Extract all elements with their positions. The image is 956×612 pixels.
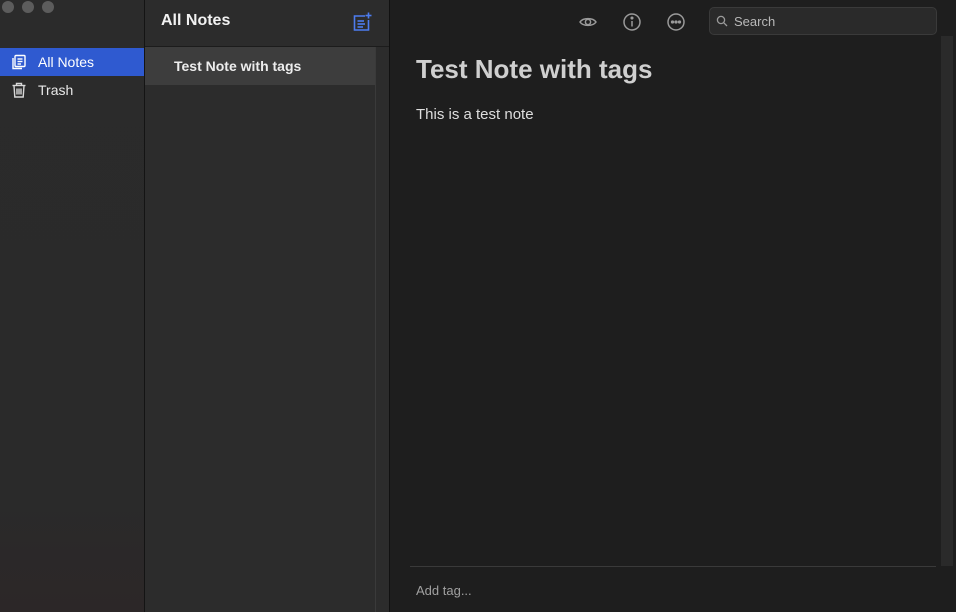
note-body[interactable]: This is a test note bbox=[416, 106, 534, 123]
editor-scrollbar[interactable] bbox=[941, 36, 953, 566]
more-ellipsis-icon bbox=[667, 13, 685, 31]
tag-bar-divider bbox=[410, 566, 936, 567]
note-list-item-title: Test Note with tags bbox=[174, 58, 302, 74]
minimize-window-button[interactable] bbox=[22, 1, 34, 13]
search-input[interactable] bbox=[734, 13, 924, 29]
sidebar-item-trash[interactable]: Trash bbox=[0, 76, 144, 104]
sidebar-list: All Notes Trash bbox=[0, 48, 144, 104]
notes-stack-icon bbox=[10, 53, 28, 71]
more-actions-button[interactable] bbox=[665, 11, 687, 33]
new-note-button[interactable] bbox=[351, 11, 373, 33]
search-icon bbox=[716, 15, 728, 27]
add-tag-input[interactable] bbox=[416, 580, 716, 600]
trash-icon bbox=[10, 81, 28, 99]
preview-eye-icon bbox=[579, 17, 597, 27]
note-list-item[interactable]: Test Note with tags bbox=[145, 47, 375, 85]
close-window-button[interactable] bbox=[2, 1, 14, 13]
window-controls bbox=[2, 1, 54, 13]
sidebar: All Notes Trash bbox=[0, 0, 145, 612]
note-editor: Test Note with tags This is a test note bbox=[390, 0, 956, 612]
preview-button[interactable] bbox=[577, 11, 599, 33]
notes-list-panel: All Notes Test Note with tags bbox=[145, 0, 389, 612]
sidebar-item-all-notes[interactable]: All Notes bbox=[0, 48, 144, 76]
new-note-icon bbox=[353, 12, 372, 31]
sidebar-item-label: All Notes bbox=[38, 54, 95, 70]
search-field[interactable] bbox=[709, 7, 937, 35]
sidebar-item-label: Trash bbox=[38, 82, 74, 98]
note-info-button[interactable] bbox=[621, 11, 643, 33]
info-icon bbox=[623, 13, 641, 31]
note-title[interactable]: Test Note with tags bbox=[416, 54, 652, 85]
zoom-window-button[interactable] bbox=[42, 1, 54, 13]
notes-list-header: All Notes bbox=[145, 0, 389, 47]
notes-list-scrollbar[interactable] bbox=[375, 47, 376, 612]
notes-list-title: All Notes bbox=[161, 12, 231, 29]
